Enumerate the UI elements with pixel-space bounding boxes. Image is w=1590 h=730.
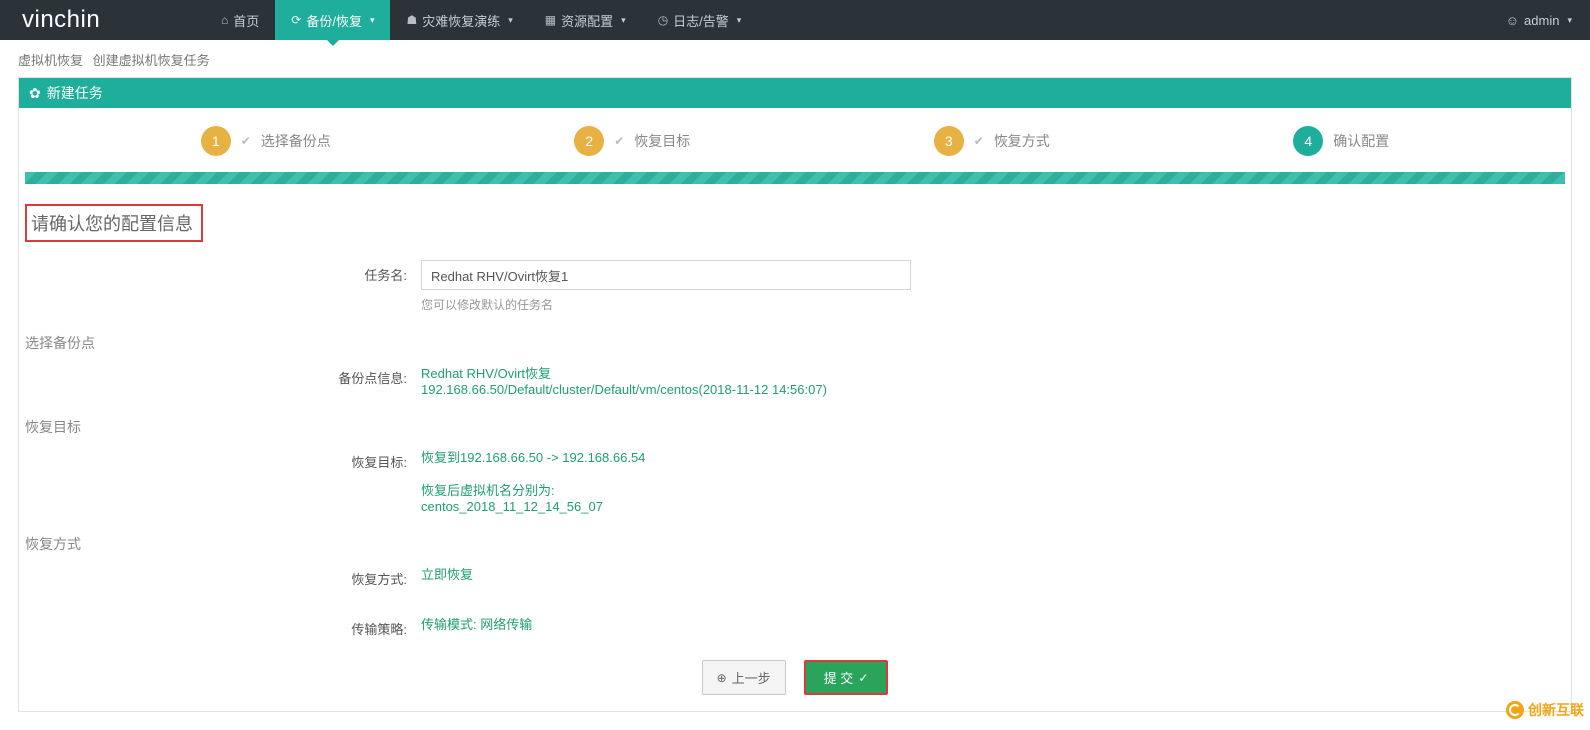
nav-backup[interactable]: ⟳ 备份/恢复 ▾ — [275, 0, 390, 40]
confirm-title: 请确认您的配置信息 — [25, 204, 203, 242]
target-line1: 恢复到192.168.66.50 -> 192.168.66.54 — [421, 447, 1567, 466]
arrow-left-icon: ⊕ — [717, 671, 727, 685]
swirl-icon — [1506, 701, 1524, 719]
chevron-down-icon: ▾ — [1567, 15, 1572, 26]
prev-button[interactable]: ⊕ 上一步 — [702, 660, 786, 695]
step-3[interactable]: 3 ✔ 恢复方式 — [934, 126, 1050, 156]
section-mode: 恢复方式 — [25, 534, 1567, 554]
section-backup-point: 选择备份点 — [25, 333, 1567, 353]
nav-backup-label: 备份/恢复 — [306, 11, 362, 30]
chevron-down-icon: ▾ — [621, 15, 626, 26]
step-number: 2 — [574, 126, 604, 156]
brand-logo: vinchin — [0, 0, 205, 40]
task-name-hint: 您可以修改默认的任务名 — [421, 296, 1567, 313]
step-4: 4 确认配置 — [1293, 126, 1389, 156]
step-label: 恢复目标 — [634, 131, 690, 151]
gear-icon: ✿ — [29, 85, 41, 102]
nav-resource[interactable]: ▦ 资源配置 ▾ — [529, 0, 642, 40]
nav-home[interactable]: ⌂ 首页 — [205, 0, 275, 40]
grid-icon: ▦ — [545, 13, 556, 27]
check-icon: ✔ — [614, 134, 624, 148]
nav-resource-label: 资源配置 — [561, 11, 613, 30]
step-2[interactable]: 2 ✔ 恢复目标 — [574, 126, 690, 156]
section-target: 恢复目标 — [25, 417, 1567, 437]
user-name: admin — [1524, 13, 1559, 28]
nav-dr-label: 灾难恢复演练 — [422, 11, 500, 30]
progress-stripe — [25, 172, 1565, 184]
mode-label: 恢复方式: — [23, 564, 421, 588]
top-nav: vinchin ⌂ 首页 ⟳ 备份/恢复 ▾ ☗ 灾难恢复演练 ▾ ▦ 资源配置 ▾ ◷ 日志/… — [0, 0, 1590, 40]
home-icon: ⌂ — [221, 13, 228, 27]
step-label: 选择备份点 — [261, 131, 331, 151]
target-line3: centos_2018_11_12_14_56_07 — [421, 499, 1567, 514]
task-name-label: 任务名: — [23, 260, 421, 284]
panel-header: ✿ 新建任务 — [19, 78, 1571, 108]
breadcrumb-b: 创建虚拟机恢复任务 — [93, 53, 210, 68]
backup-point-line2: 192.168.66.50/Default/cluster/Default/vm… — [421, 382, 1567, 397]
panel-title: 新建任务 — [47, 83, 103, 103]
backup-point-label: 备份点信息: — [23, 363, 421, 387]
step-1[interactable]: 1 ✔ 选择备份点 — [201, 126, 331, 156]
step-number: 3 — [934, 126, 964, 156]
submit-button[interactable]: 提 交 ✓ — [804, 660, 889, 695]
breadcrumb: 虚拟机恢复 创建虚拟机恢复任务 — [0, 40, 1590, 77]
step-label: 恢复方式 — [994, 131, 1050, 151]
nav-log[interactable]: ◷ 日志/告警 ▾ — [642, 0, 758, 40]
backup-point-line1: Redhat RHV/Ovirt恢复 — [421, 363, 1567, 382]
clock-icon: ◷ — [658, 13, 668, 27]
chevron-down-icon: ▾ — [508, 15, 513, 26]
policy-label: 传输策略: — [23, 614, 421, 638]
policy-value: 传输模式: 网络传输 — [421, 614, 1567, 633]
submit-icon: ✓ — [858, 671, 868, 685]
task-name-input[interactable] — [421, 260, 911, 290]
nav-home-label: 首页 — [233, 11, 259, 30]
shield-icon: ☗ — [406, 13, 417, 27]
chevron-down-icon: ▾ — [370, 15, 375, 26]
target-label: 恢复目标: — [23, 447, 421, 471]
user-icon: ☺ — [1506, 13, 1519, 28]
refresh-icon: ⟳ — [291, 13, 301, 27]
step-label: 确认配置 — [1333, 131, 1389, 151]
check-icon: ✔ — [974, 134, 984, 148]
submit-label: 提 交 — [824, 668, 854, 687]
check-icon: ✔ — [241, 134, 251, 148]
mode-value: 立即恢复 — [421, 564, 1567, 583]
watermark: 创新互联 — [1506, 700, 1584, 720]
breadcrumb-a[interactable]: 虚拟机恢复 — [18, 53, 83, 68]
target-line2: 恢复后虚拟机名分别为: — [421, 480, 1567, 499]
wizard-steps: 1 ✔ 选择备份点 2 ✔ 恢复目标 3 ✔ 恢复方式 4 确认配置 — [19, 108, 1571, 166]
step-number: 1 — [201, 126, 231, 156]
nav-dr[interactable]: ☗ 灾难恢复演练 ▾ — [390, 0, 528, 40]
step-number: 4 — [1293, 126, 1323, 156]
user-menu[interactable]: ☺ admin ▾ — [1488, 0, 1590, 40]
prev-label: 上一步 — [732, 668, 771, 687]
nav-log-label: 日志/告警 — [673, 11, 729, 30]
chevron-down-icon: ▾ — [737, 15, 742, 26]
